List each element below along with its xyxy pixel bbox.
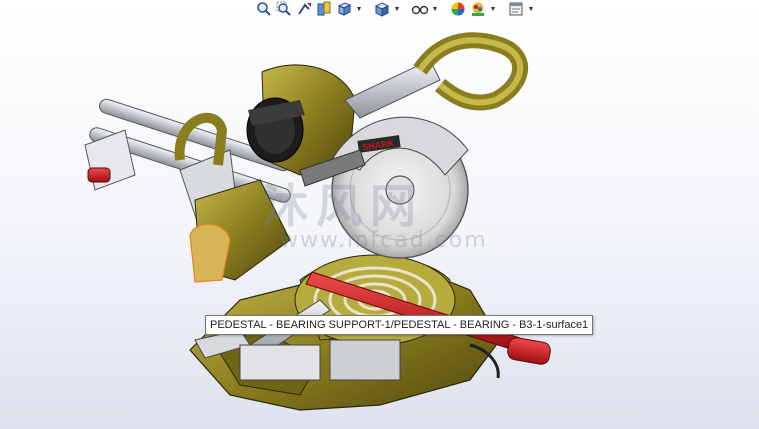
watermark-text: 沐风网 xyxy=(262,179,424,233)
handle xyxy=(344,32,528,119)
selection-tooltip: PEDESTAL - BEARING SUPPORT-1/PEDESTAL - … xyxy=(205,315,594,335)
graphics-viewport[interactable]: ▼ ▼ ▼ ▼ ▼ SHARK 沐风网 www.mfcad.com PEDEST… xyxy=(0,0,759,429)
watermark-url: www.mfcad.com xyxy=(280,228,488,253)
